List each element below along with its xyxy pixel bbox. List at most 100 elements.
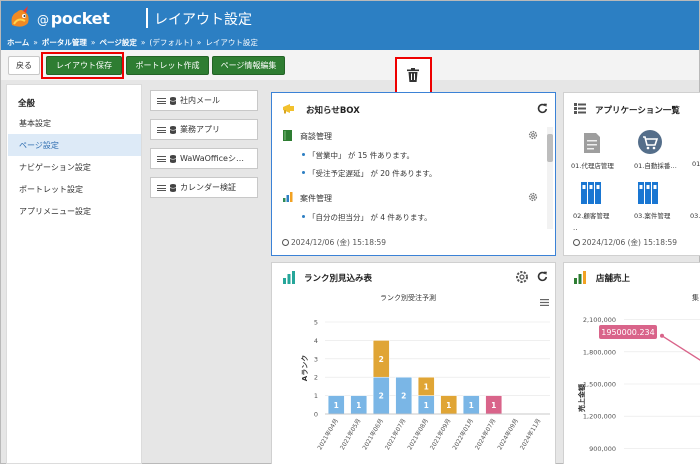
app-caption[interactable]: 02.顧客管理 (573, 210, 609, 220)
refresh-icon[interactable] (537, 103, 548, 114)
breadcrumb-home[interactable]: ホーム (7, 37, 29, 48)
more-indicator: .. (573, 224, 578, 232)
x-tick-label: 2021年08月 (406, 417, 430, 451)
page-title: レイアウト設定 (154, 12, 252, 28)
notice-item[interactable]: 「営業中」 が 15 件あります。 (302, 150, 414, 161)
notice-timestamp: 2024/12/06 (金) 15:18:59 (282, 237, 386, 248)
database-icon (170, 125, 176, 134)
bar-data-label: 2 (379, 355, 384, 364)
app-list-panel[interactable]: アプリケーション一覧 01.代理店管理 01.自動採番… 01. 02.顧客管理… (563, 92, 700, 256)
bar-data-label: 1 (424, 401, 429, 410)
gear-icon[interactable] (528, 192, 538, 202)
app-caption[interactable]: 01. (692, 160, 700, 168)
settings-sidebar: 全般 基本設定 ページ設定 ナビゲーション設定 ポートレット設定 アプリメニュー… (6, 84, 142, 464)
y-tick-label: 1,200,000 (583, 413, 616, 421)
breadcrumb-page-settings[interactable]: ページ設定 (99, 37, 136, 48)
portlet-list-item[interactable]: カレンダー検証 (150, 177, 258, 198)
drag-handle-icon[interactable] (157, 155, 166, 162)
gear-icon[interactable] (528, 130, 538, 140)
app-caption[interactable]: 01.代理店管理 (571, 160, 614, 170)
breadcrumb: ホーム » ポータル管理 » ページ設定 » (デフォルト) » レイアウト設定 (0, 34, 700, 50)
rank-chart-panel[interactable]: ランク別見込み表 ランク別受注予測 0 1 2 3 4 5 Aランク 1 2021年04月 1 20… (271, 262, 556, 464)
bar-data-label: 1 (491, 401, 496, 410)
store-sales-panel[interactable]: 店舗売上 集 2,100,000 1,800,000 1,500,000 1,200,… (563, 262, 700, 464)
portlet-list-item[interactable]: WaWaOfficeシ… (150, 148, 258, 169)
sidebar-item-navigation[interactable]: ナビゲーション設定 (8, 156, 141, 178)
bar-data-label: 1 (356, 401, 361, 410)
notice-item[interactable]: 「自分の担当分」 が 4 件あります。 (302, 212, 432, 223)
y-tick-label: 0 (314, 411, 318, 419)
save-button-highlight (41, 52, 124, 79)
drag-handle-icon[interactable] (157, 126, 166, 133)
notice-scrollbar[interactable] (547, 127, 553, 229)
breadcrumb-separator: » (90, 37, 96, 47)
bar-data-label: 2 (379, 392, 384, 401)
app-caption[interactable]: 01.自動採番… (634, 160, 677, 170)
megaphone-icon (283, 104, 294, 114)
section-title-projects: 案件管理 (300, 194, 332, 203)
portlet-label: 社内メール (180, 96, 220, 105)
database-icon (170, 96, 176, 105)
bar-data-label: 1 (424, 382, 429, 391)
breadcrumb-separator: » (140, 37, 146, 47)
bar-chart-icon (283, 192, 293, 202)
series-line (661, 335, 700, 361)
breadcrumb-current: レイアウト設定 (205, 37, 258, 47)
breadcrumb-separator: » (33, 37, 38, 47)
y-tick-label: 2,100,000 (583, 316, 616, 324)
rank-bar-chart: 0 1 2 3 4 5 Aランク 1 2021年04月 1 2021年05月 2 2 2021年06月 2 2… (300, 319, 550, 451)
scrollbar-thumb[interactable] (547, 134, 553, 162)
database-icon (170, 183, 176, 192)
y-tick-label: 4 (314, 337, 318, 345)
apps-timestamp: 2024/12/06 (金) 15:18:59 (573, 237, 677, 248)
drag-handle-icon[interactable] (157, 184, 166, 191)
y-tick-label: 5 (314, 319, 318, 327)
clock-icon (573, 239, 580, 246)
app-caption[interactable]: 03.案件管理 (634, 210, 670, 220)
sidebar-heading: 全般 (18, 99, 36, 109)
y-tick-label: 3 (314, 355, 318, 363)
x-tick-label: 2021年05月 (338, 417, 362, 451)
app-logo[interactable]: @ pocket (37, 9, 110, 28)
sidebar-item-portlet[interactable]: ポートレット設定 (8, 178, 141, 200)
book-icon (283, 130, 292, 141)
bar-data-label: 2 (401, 392, 406, 401)
bar-data-label: 1 (469, 401, 474, 410)
notice-box-panel[interactable]: お知らせBOX 商談管理 「営業中」 が 15 件あります。 「受注予定遅延」 … (271, 92, 556, 256)
y-tick-label: 1,500,000 (583, 381, 616, 389)
y-tick-label: 900,000 (589, 445, 616, 453)
binder-icon[interactable] (638, 182, 658, 204)
x-tick-label: 2024年09月 (496, 417, 520, 451)
binder-icon[interactable] (581, 182, 601, 204)
edit-page-info-button[interactable]: ページ情報編集 (212, 56, 285, 75)
sidebar-item-basic[interactable]: 基本設定 (8, 112, 141, 134)
notice-item[interactable]: 「受注予定遅延」 が 20 件あります。 (301, 168, 436, 179)
x-tick-label: 2021年07月 (383, 417, 407, 451)
clock-icon (282, 239, 289, 246)
sidebar-item-app-menu[interactable]: アプリメニュー設定 (8, 200, 141, 222)
y-tick-label: 2 (314, 374, 318, 382)
breadcrumb-separator: » (196, 37, 202, 47)
x-tick-label: 2024年11月 (518, 417, 542, 451)
y-tick-label: 1,800,000 (583, 348, 616, 356)
app-list-title: アプリケーション一覧 (595, 106, 680, 116)
x-tick-label: 2021年06月 (361, 417, 385, 451)
create-portlet-button[interactable]: ポートレット作成 (126, 56, 209, 75)
trash-icon[interactable] (407, 68, 419, 82)
x-tick-label: 2022年01月 (451, 417, 475, 451)
breadcrumb-default[interactable]: (デフォルト) (149, 37, 192, 48)
pocket-logo-icon (11, 6, 29, 27)
breadcrumb-portal[interactable]: ポータル管理 (42, 37, 87, 48)
shopping-cart-icon[interactable] (638, 130, 662, 154)
app-header: @ pocket レイアウト設定 (0, 0, 700, 34)
sidebar-item-page[interactable]: ページ設定 (8, 134, 141, 156)
portlet-label: カレンダー検証 (180, 183, 236, 192)
portlet-list-item[interactable]: 業務アプリ (150, 119, 258, 140)
bar-data-label: 1 (446, 401, 451, 410)
back-button[interactable]: 戻る (8, 56, 40, 75)
portlet-list-item[interactable]: 社内メール (150, 90, 258, 111)
app-caption[interactable]: 03.商 (690, 210, 700, 220)
drag-handle-icon[interactable] (157, 97, 166, 104)
store-line-chart: 2,100,000 1,800,000 1,500,000 1,200,000 900,… (577, 316, 700, 453)
document-icon[interactable] (583, 133, 601, 153)
